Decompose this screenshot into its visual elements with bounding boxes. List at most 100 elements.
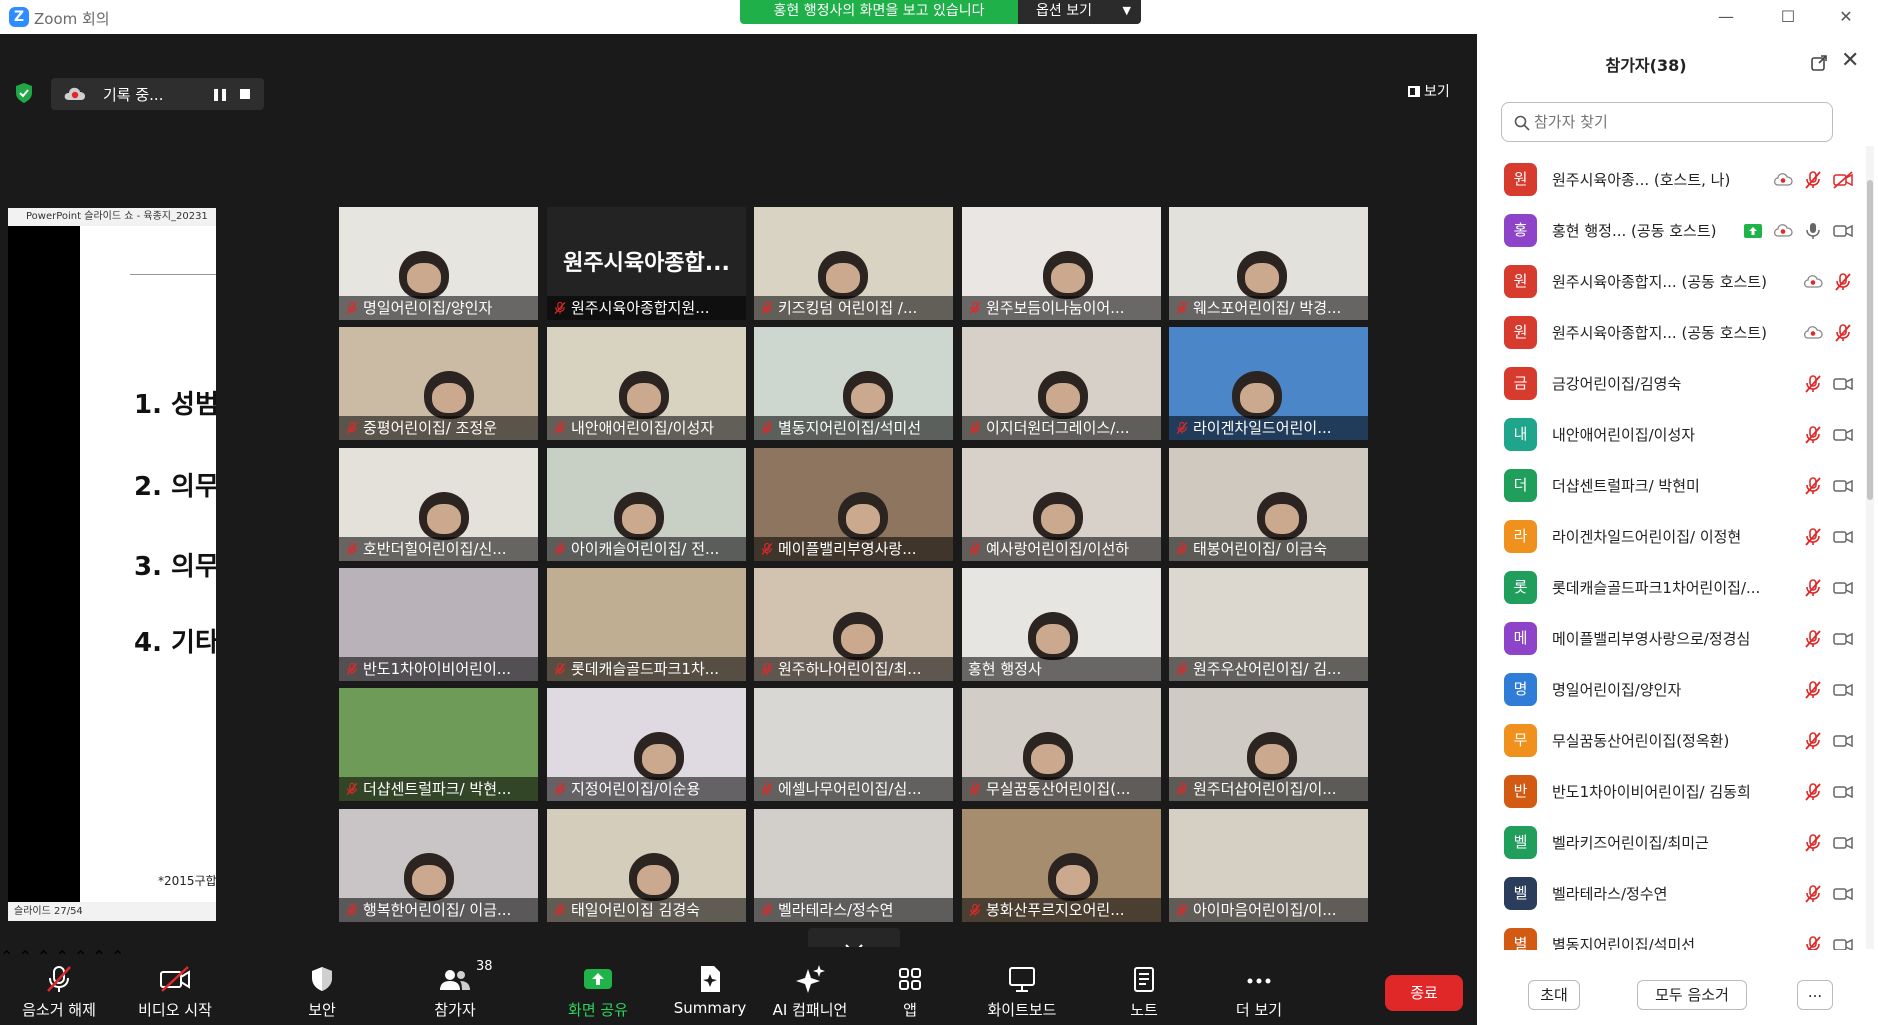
apps-button[interactable]: 앱 <box>886 947 934 1025</box>
mic-muted-icon <box>1806 936 1821 950</box>
panel-more-button[interactable]: ... <box>1797 980 1833 1010</box>
maximize-button[interactable]: ☐ <box>1776 6 1800 28</box>
close-panel-icon[interactable]: ✕ <box>1841 48 1859 73</box>
video-tile[interactable]: 봉화산푸르지오어린... <box>962 809 1161 922</box>
ai-sparkle-icon <box>796 965 825 993</box>
video-tile[interactable]: 태일어린이집 김경숙 <box>547 809 746 922</box>
video-tile[interactable]: 지정어린이집/이순용 <box>547 688 746 801</box>
participant-row[interactable]: 더 더샵센트럴파크/ 박현미 <box>1477 460 1869 511</box>
mic-muted-icon <box>346 903 358 917</box>
minimize-button[interactable]: — <box>1714 6 1738 28</box>
video-tile[interactable]: 행복한어린이집/ 이금... <box>339 809 538 922</box>
view-options-button[interactable]: 옵션 보기 ▼ <box>1018 0 1141 24</box>
video-tile[interactable]: 예사랑어린이집/이선하 <box>962 448 1161 561</box>
tile-name-label: 원주하나어린이집/최... <box>754 657 953 681</box>
video-tile[interactable]: 원주보듬이나눔이어... <box>962 207 1161 320</box>
recording-indicator[interactable]: 기록 중... ❚❚ <box>51 78 264 110</box>
participants-count: 38 <box>476 959 493 974</box>
mic-muted-icon <box>346 421 358 435</box>
avatar: 원 <box>1504 316 1537 349</box>
avatar: 원 <box>1504 265 1537 298</box>
video-tile[interactable]: 롯데캐슬골드파크1차... <box>547 568 746 681</box>
video-tile[interactable]: 원주우산어린이집/ 김... <box>1169 568 1368 681</box>
participant-row[interactable]: 벨 벨라키즈어린이집/최미근 <box>1477 817 1869 868</box>
participant-row[interactable]: 명 명일어린이집/양인자 <box>1477 664 1869 715</box>
whiteboard-button[interactable]: 화이트보드 <box>980 947 1064 1025</box>
tile-name-label: 지정어린이집/이순용 <box>547 777 746 801</box>
video-tile[interactable]: 아이캐슬어린이집/ 전... <box>547 448 746 561</box>
stop-recording-button[interactable] <box>234 83 256 105</box>
slide-footnote: *2015구합 <box>158 874 216 888</box>
video-tile[interactable]: 더샵센트럴파크/ 박현... <box>339 688 538 801</box>
invite-button[interactable]: 초대 <box>1528 980 1580 1010</box>
mic-muted-icon <box>554 542 566 556</box>
video-tile[interactable]: 중평어린이집/ 조정운 <box>339 327 538 440</box>
end-meeting-button[interactable]: 종료 <box>1385 975 1463 1011</box>
video-tile[interactable]: 원주더샵어린이집/이... <box>1169 688 1368 801</box>
notes-button[interactable]: 노트 <box>1118 947 1170 1025</box>
start-video-button[interactable]: 비디오 시작 <box>130 947 220 1025</box>
participant-row[interactable]: 별 별동지어린이집/석미선 <box>1477 919 1869 950</box>
participant-row[interactable]: 무 무실꿈동산어린이집(정옥환) <box>1477 715 1869 766</box>
participant-row[interactable]: 라 라이겐차일드어린이집/ 이정현 <box>1477 511 1869 562</box>
tile-name-label: 중평어린이집/ 조정운 <box>339 416 538 440</box>
video-tile[interactable]: 이지더원더그레이스/... <box>962 327 1161 440</box>
participant-name: 더샵센트럴파크/ 박현미 <box>1552 477 1700 495</box>
video-tile[interactable]: 호반더힐어린이집/신... <box>339 448 538 561</box>
video-tile[interactable]: 벨라테라스/정수연 <box>754 809 953 922</box>
participant-row[interactable]: 금 금강어린이집/김영숙 <box>1477 358 1869 409</box>
pause-recording-button[interactable]: ❚❚ <box>208 83 230 105</box>
popout-icon[interactable] <box>1810 54 1828 72</box>
notes-options-caret-icon[interactable]: ⌃ <box>111 947 124 966</box>
video-tile[interactable]: 메이플밸리부영사랑... <box>754 448 953 561</box>
video-tile[interactable]: 무실꿈동산어린이집(... <box>962 688 1161 801</box>
tile-name-label: 봉화산푸르지오어린... <box>962 898 1161 922</box>
video-tile[interactable]: 태봉어린이집/ 이금숙 <box>1169 448 1368 561</box>
participant-silhouette <box>1047 853 1098 901</box>
participant-row[interactable]: 원 원주시육아종... (호스트, 나) <box>1477 154 1869 205</box>
participant-list-scrollbar[interactable] <box>1866 146 1874 949</box>
tile-name-label: 더샵센트럴파크/ 박현... <box>339 777 538 801</box>
mute-all-button[interactable]: 모두 음소거 <box>1637 980 1747 1010</box>
participant-row[interactable]: 홍 홍현 행정... (공동 호스트) <box>1477 205 1869 256</box>
video-tile[interactable]: 별동지어린이집/석미선 <box>754 327 953 440</box>
video-tile[interactable]: 에셀나무어린이집/심... <box>754 688 953 801</box>
participant-row[interactable]: 벨 벨라테라스/정수연 <box>1477 868 1869 919</box>
more-button[interactable]: 더 보기 <box>1222 947 1296 1025</box>
participant-name: 반도1차아이비어린이집/ 김동희 <box>1552 783 1751 801</box>
participant-row[interactable]: 내 내안애어린이집/이성자 <box>1477 409 1869 460</box>
view-button[interactable]: 보기 <box>1408 81 1450 103</box>
ai-companion-button[interactable]: AI 컴패니언 <box>762 947 858 1025</box>
slide-bullet: 1. 성범 <box>134 390 216 420</box>
video-tile[interactable]: 아이마음어린이집/이... <box>1169 809 1368 922</box>
video-tile[interactable]: 홍현 행정사 <box>962 568 1161 681</box>
participant-search[interactable] <box>1501 102 1833 142</box>
participant-row[interactable]: 롯 롯데캐슬골드파크1차어린이집/... <box>1477 562 1869 613</box>
video-tile[interactable]: 라이겐차일드어린이... <box>1169 327 1368 440</box>
share-screen-button[interactable]: 화면 공유 <box>555 947 641 1025</box>
video-tile[interactable]: 원주하나어린이집/최... <box>754 568 953 681</box>
meeting-area: 기록 중... ❚❚ 보기 PowerPoint 슬라이드 쇼 - 육종지_20… <box>0 34 1477 970</box>
summary-button[interactable]: Summary <box>668 947 752 1025</box>
mic-muted-icon <box>346 542 358 556</box>
participant-row[interactable]: 원 원주시육아종합지... (공동 호스트) <box>1477 307 1869 358</box>
mic-muted-icon <box>761 662 773 676</box>
video-tile[interactable]: 키즈킹덤 어린이집 /... <box>754 207 953 320</box>
scrollbar-thumb[interactable] <box>1867 180 1873 500</box>
video-tile[interactable]: 반도1차아이비어린이... <box>339 568 538 681</box>
encryption-shield-icon[interactable] <box>14 82 34 104</box>
close-window-button[interactable]: ✕ <box>1834 6 1858 28</box>
participant-row[interactable]: 메 메이플밸리부영사랑으로/정경심 <box>1477 613 1869 664</box>
video-tile[interactable]: 웨스포어린이집/ 박경... <box>1169 207 1368 320</box>
avatar: 메 <box>1504 622 1537 655</box>
video-tile[interactable]: 명일어린이집/양인자 <box>339 207 538 320</box>
security-button[interactable]: 보안 <box>292 947 352 1025</box>
participant-row[interactable]: 반 반도1차아이비어린이집/ 김동희 <box>1477 766 1869 817</box>
chevron-down-icon: ▼ <box>1122 4 1131 17</box>
video-tile[interactable]: 원주시육아종합... 원주시육아종합지원... <box>547 207 746 320</box>
unmute-button[interactable]: 음소거 해제 <box>12 947 106 1025</box>
participant-row[interactable]: 원 원주시육아종합지... (공동 호스트) <box>1477 256 1869 307</box>
participant-search-input[interactable] <box>1534 111 1824 133</box>
video-tile[interactable]: 내안애어린이집/이성자 <box>547 327 746 440</box>
participants-button[interactable]: 38 참가자 <box>420 947 493 1025</box>
